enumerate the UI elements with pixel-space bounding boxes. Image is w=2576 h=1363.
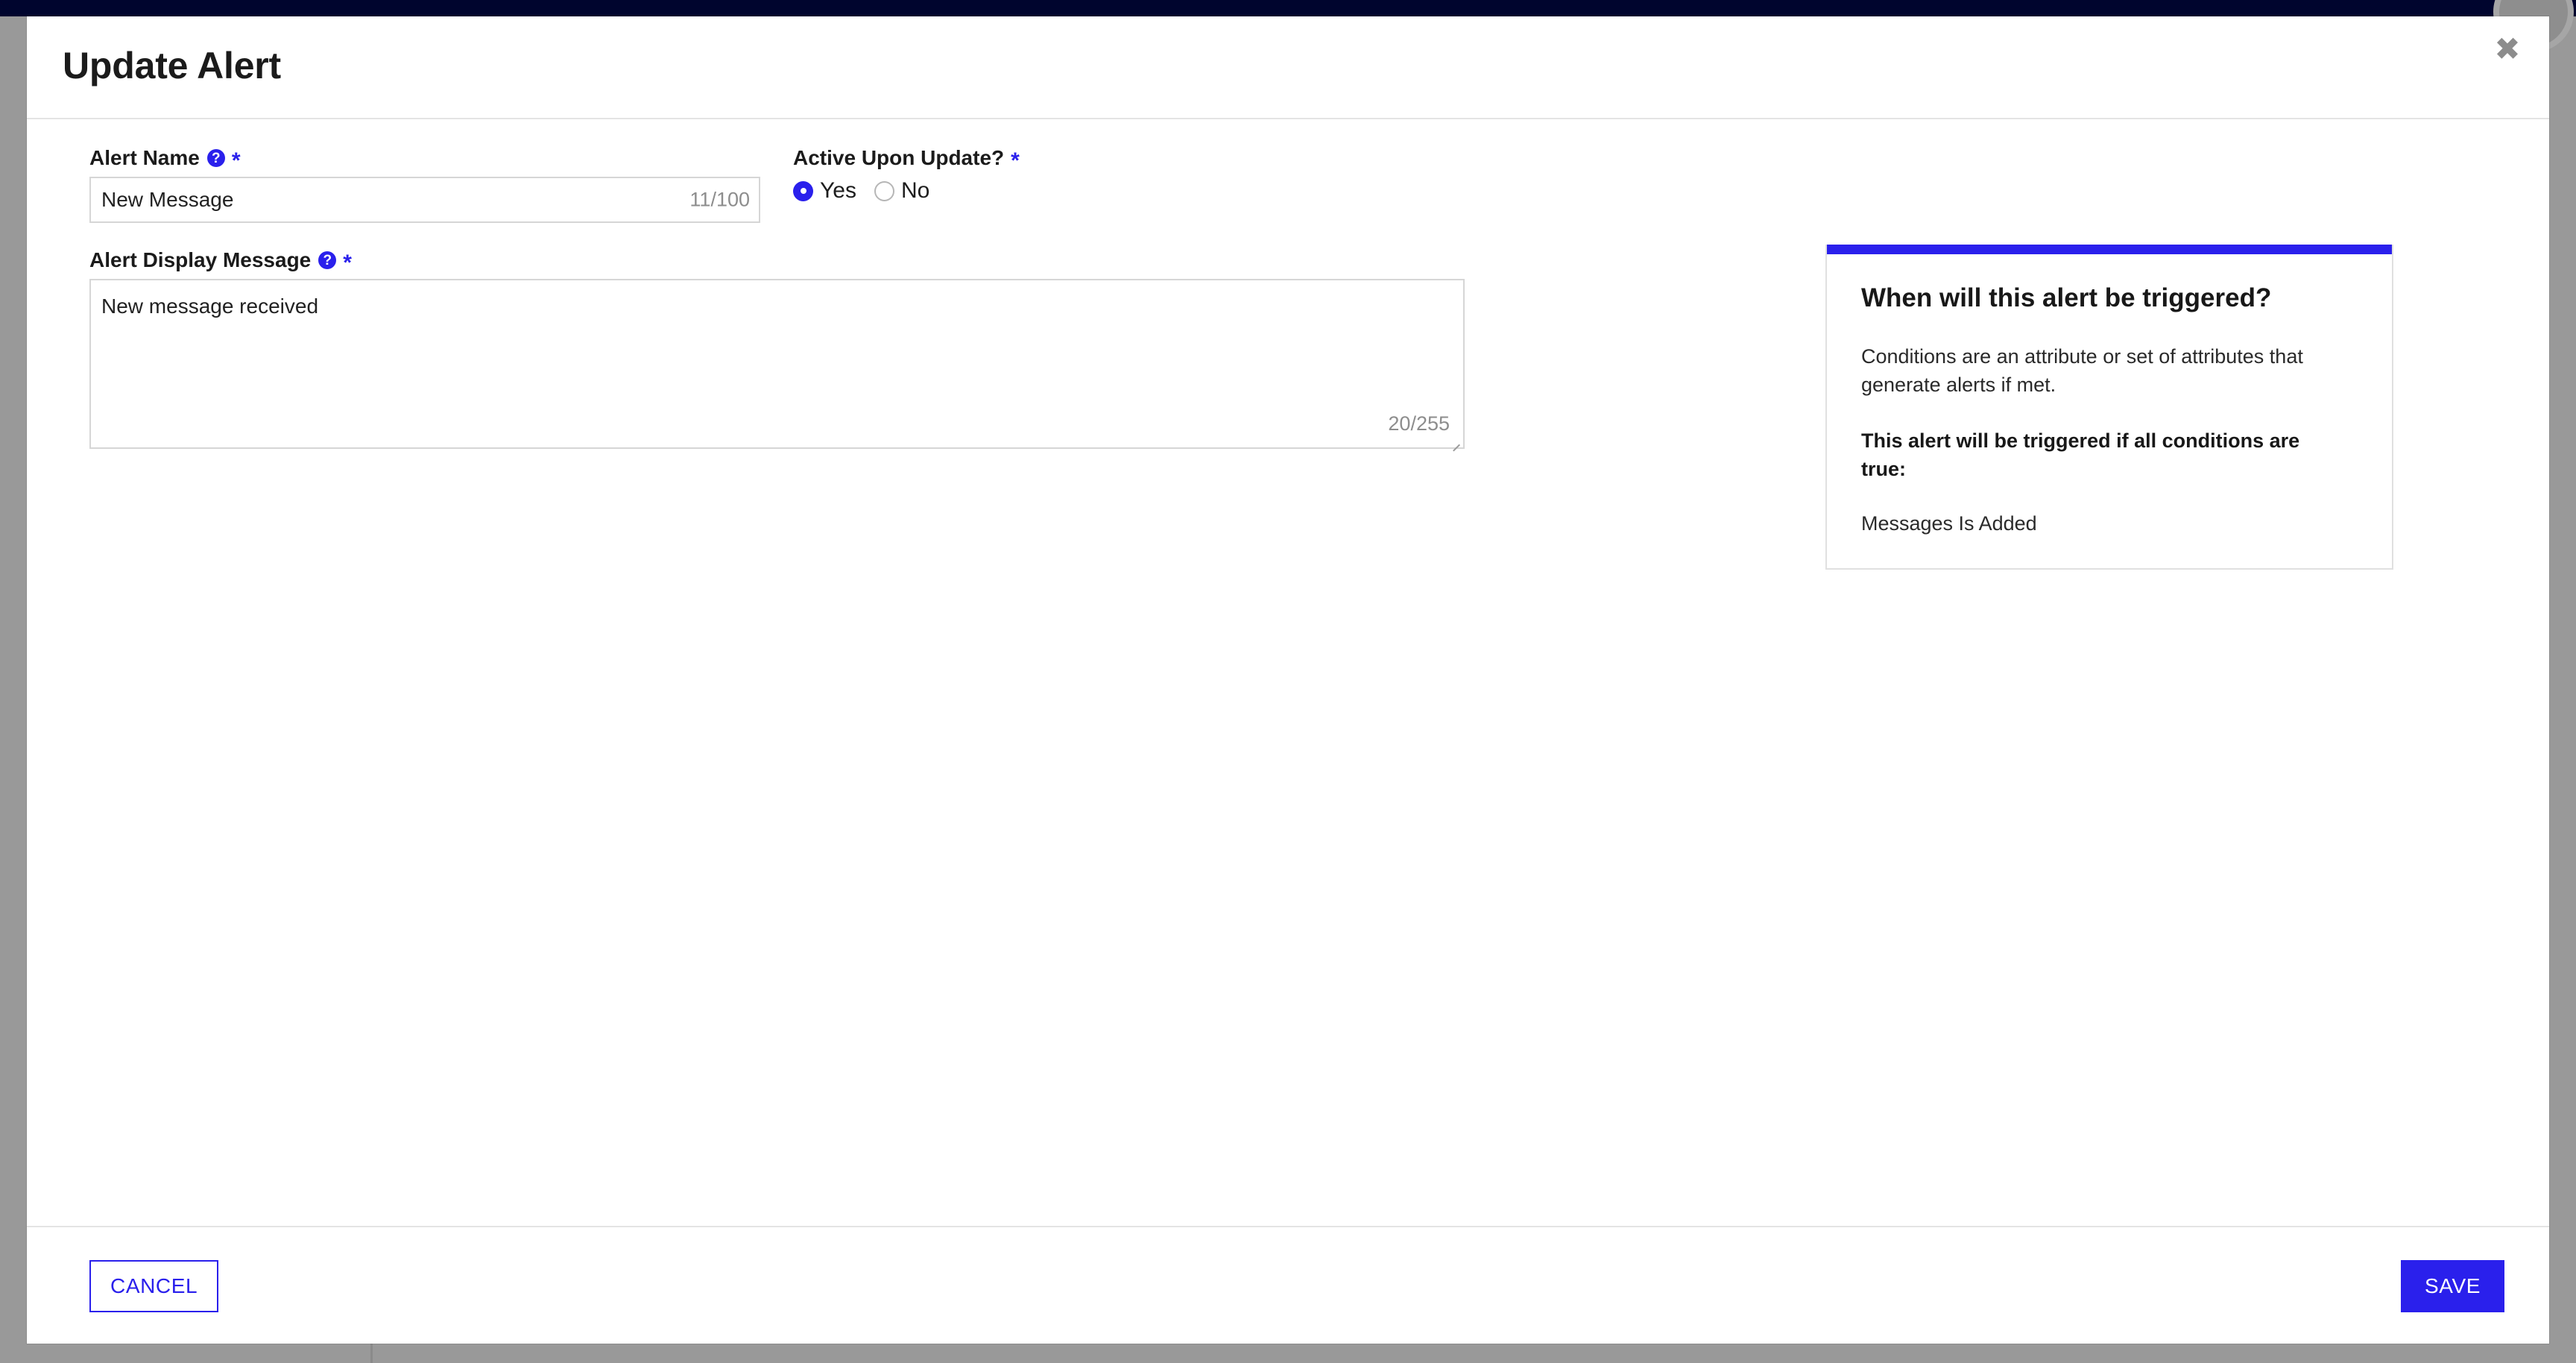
active-upon-update-group: Active Upon Update? * Yes No bbox=[793, 148, 1315, 204]
close-icon[interactable]: ✖ bbox=[2487, 28, 2528, 70]
update-alert-modal: Update Alert ✖ Alert Name ? * 11/100 Ale… bbox=[27, 16, 2549, 1344]
radio-icon-unselected[interactable] bbox=[874, 180, 894, 201]
save-button[interactable]: SAVE bbox=[2400, 1260, 2504, 1312]
radio-row: Yes No bbox=[793, 178, 1315, 204]
alert-name-input-wrapper: 11/100 bbox=[89, 177, 760, 223]
page-title: Update Alert bbox=[63, 45, 282, 86]
radio-label-no: No bbox=[900, 178, 930, 203]
required-asterisk: * bbox=[343, 251, 352, 275]
alert-display-message-wrapper: 20/255 bbox=[89, 279, 1465, 449]
radio-option-no[interactable]: No bbox=[874, 178, 929, 204]
alert-display-message-label-text: Alert Display Message bbox=[89, 248, 312, 271]
info-card-paragraph: Conditions are an attribute or set of at… bbox=[1861, 345, 2303, 397]
alert-display-message-textarea[interactable] bbox=[91, 280, 1463, 447]
info-card-bold-paragraph: This alert will be triggered if all cond… bbox=[1861, 429, 2300, 480]
radio-label-yes: Yes bbox=[820, 178, 856, 203]
background-divider bbox=[370, 1344, 373, 1363]
required-asterisk: * bbox=[1011, 148, 1020, 173]
trigger-info-card: When will this alert be triggered? Condi… bbox=[1825, 245, 2393, 570]
info-card-accent-bar bbox=[1827, 245, 2392, 254]
alert-name-label-text: Alert Name bbox=[89, 146, 200, 169]
radio-option-yes[interactable]: Yes bbox=[793, 178, 856, 204]
alert-name-input[interactable] bbox=[91, 178, 759, 221]
help-icon[interactable]: ? bbox=[318, 251, 337, 269]
info-card-condition: Messages Is Added bbox=[1861, 512, 2037, 535]
help-icon[interactable]: ? bbox=[206, 149, 225, 167]
cancel-button[interactable]: CANCEL bbox=[89, 1260, 219, 1312]
modal-body: Alert Name ? * 11/100 Alert Display Mess… bbox=[27, 119, 2549, 1226]
app-top-bar bbox=[0, 0, 2576, 16]
alert-display-message-label: Alert Display Message ? * bbox=[89, 248, 1468, 275]
info-card-title: When will this alert be triggered? bbox=[1861, 283, 2272, 312]
modal-header: Update Alert ✖ bbox=[27, 16, 2549, 119]
modal-footer: CANCEL SAVE bbox=[27, 1226, 2549, 1344]
active-upon-update-label-text: Active Upon Update? bbox=[793, 146, 1005, 169]
alert-display-message-block: Alert Display Message ? * 20/255 bbox=[89, 250, 1468, 449]
active-upon-update-label: Active Upon Update? * bbox=[793, 146, 1315, 173]
radio-icon-selected[interactable] bbox=[793, 180, 813, 201]
required-asterisk: * bbox=[231, 148, 241, 173]
info-card-content: When will this alert be triggered? Condi… bbox=[1827, 254, 2392, 568]
